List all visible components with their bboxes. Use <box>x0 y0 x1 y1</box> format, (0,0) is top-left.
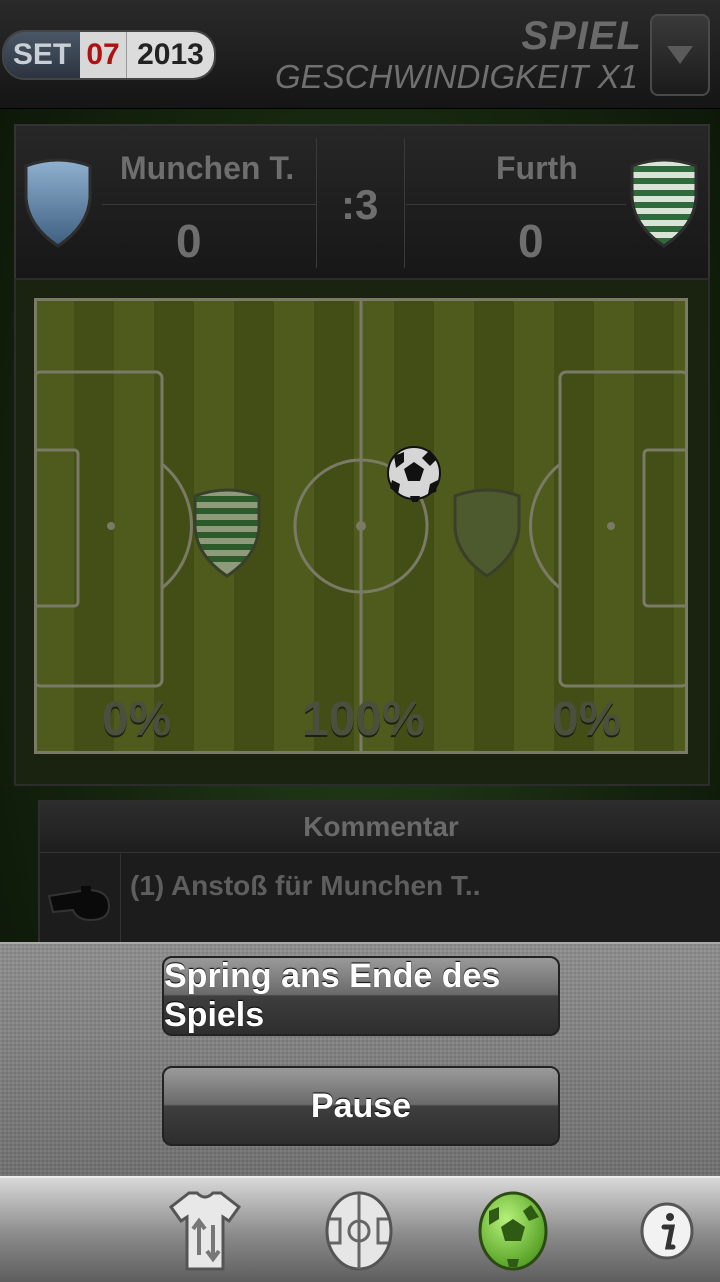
date-month: SET <box>4 32 80 78</box>
center-percent: 100% <box>302 693 425 746</box>
game-speed-label: GESCHWINDIGKEIT X1 <box>274 58 638 95</box>
action-sheet: Spring ans Ende des Spiels Pause <box>0 942 720 1180</box>
match-minute: :3 <box>341 181 379 228</box>
chevron-down-icon <box>667 46 693 64</box>
away-possession-percent: 0% <box>552 693 622 746</box>
scoreboard: Munchen T. 0 :3 Furth 0 <box>14 124 710 280</box>
away-crest-icon <box>630 158 698 248</box>
pitch-field <box>34 298 688 754</box>
away-team-marker-icon <box>193 488 261 578</box>
top-bar: SET 07 2013 SPIEL GESCHWINDIGKEIT X1 <box>0 0 720 109</box>
date-day: 07 <box>80 32 126 78</box>
home-team-marker-icon <box>453 488 521 578</box>
date-year: 2013 <box>126 32 214 78</box>
date-display: SET 07 2013 <box>2 30 216 80</box>
away-team-name: Furth <box>496 150 578 186</box>
skip-to-end-button[interactable]: Spring ans Ende des Spiels <box>162 956 560 1036</box>
pitch-panel: 0% 100% 0% <box>14 278 710 786</box>
whistle-icon <box>47 886 111 922</box>
ball-icon <box>387 446 441 502</box>
info-icon <box>640 1202 694 1260</box>
bottom-tab-bar <box>0 1176 720 1282</box>
tab-info[interactable] <box>622 1186 712 1276</box>
tab-substitutions[interactable] <box>160 1186 250 1276</box>
jersey-substitution-icon <box>169 1191 241 1271</box>
speed-dropdown-button[interactable] <box>650 14 710 96</box>
commentary-entry: (1) Anstoß für Munchen T.. <box>130 870 481 901</box>
screen-title: SPIEL <box>521 14 642 58</box>
home-team-name: Munchen T. <box>120 150 295 186</box>
tab-match[interactable] <box>468 1186 558 1276</box>
away-score: 0 <box>518 215 544 267</box>
home-crest-icon <box>24 158 92 248</box>
tab-tactics[interactable] <box>314 1186 404 1276</box>
commentary-header: Kommentar <box>40 802 720 853</box>
commentary-panel: Kommentar (1) Anstoß für Munchen T.. <box>38 800 720 954</box>
tactics-pitch-icon <box>325 1191 393 1271</box>
home-score: 0 <box>176 215 202 267</box>
match-ball-icon <box>478 1191 548 1271</box>
pause-button[interactable]: Pause <box>162 1066 560 1146</box>
home-possession-percent: 0% <box>102 693 172 746</box>
